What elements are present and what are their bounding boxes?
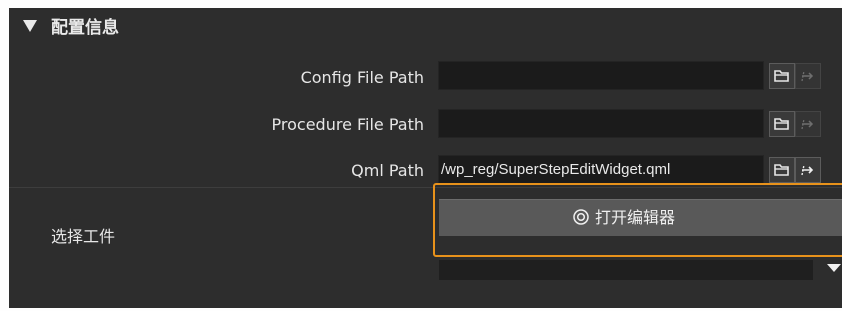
qml-path-link-button[interactable] xyxy=(795,157,821,183)
collapse-arrow-icon[interactable] xyxy=(23,20,37,32)
procedure-file-link-button[interactable] xyxy=(795,111,821,137)
link-icon xyxy=(801,70,814,82)
link-icon xyxy=(801,164,814,176)
config-file-path-label: Config File Path xyxy=(300,68,424,87)
config-panel: 配置信息 Config File Path Procedure File Pat… xyxy=(9,8,842,308)
link-icon xyxy=(801,118,814,130)
procedure-file-path-input[interactable] xyxy=(438,109,764,138)
workpiece-select[interactable] xyxy=(439,260,813,280)
qml-path-browse-button[interactable] xyxy=(769,157,795,183)
config-file-link-button[interactable] xyxy=(795,63,821,89)
dropdown-arrow-icon[interactable] xyxy=(827,264,841,272)
section-title: 配置信息 xyxy=(51,18,119,38)
folder-icon xyxy=(774,70,789,82)
qml-path-label: Qml Path xyxy=(351,161,424,180)
focus-highlight-frame xyxy=(433,183,842,257)
config-file-browse-button[interactable] xyxy=(769,63,795,89)
folder-icon xyxy=(774,164,789,176)
config-file-path-input[interactable] xyxy=(438,61,764,90)
select-workpiece-label: 选择工件 xyxy=(51,227,116,246)
qml-path-input[interactable] xyxy=(438,155,764,184)
folder-icon xyxy=(774,118,789,130)
section-header[interactable]: 配置信息 xyxy=(9,8,842,48)
procedure-file-path-label: Procedure File Path xyxy=(271,115,424,134)
procedure-file-browse-button[interactable] xyxy=(769,111,795,137)
